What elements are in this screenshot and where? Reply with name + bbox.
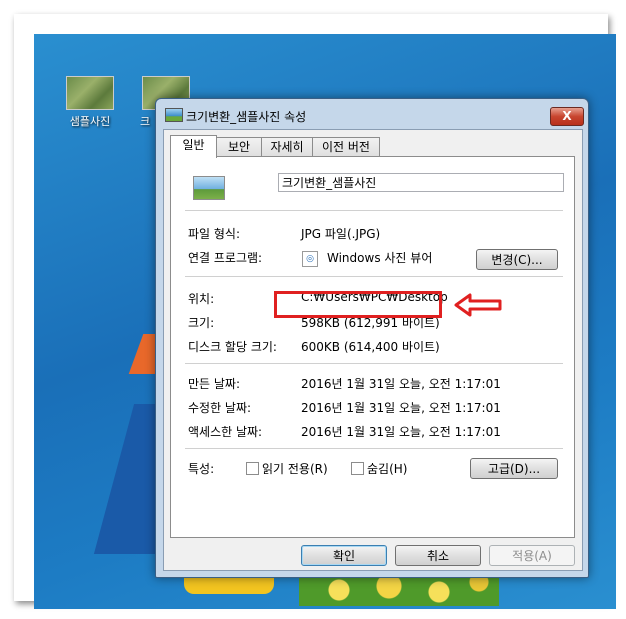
readonly-checkbox[interactable] [246,462,259,475]
created-value: 2016년 1월 31일 오늘, 오전 1:17:01 [301,377,501,391]
image-thumbnail-icon [66,76,114,110]
change-button[interactable]: 변경(C)... [476,249,558,270]
opens-with-value: Windows 사진 뷰어 [327,251,433,265]
opens-with-label: 연결 프로그램: [188,251,263,265]
modified-label: 수정한 날짜: [188,401,252,415]
created-label: 만든 날짜: [188,377,241,391]
left-arrow-icon [454,293,502,317]
photo-viewer-icon: ◎ [302,251,318,267]
tab-general[interactable]: 일반 [170,135,217,158]
divider [185,448,563,449]
image-file-icon [193,176,225,200]
file-type-value: JPG 파일(.JPG) [301,227,381,241]
cancel-button[interactable]: 취소 [395,545,481,566]
hidden-checkbox[interactable] [351,462,364,475]
tab-details[interactable]: 자세히 [261,137,313,157]
advanced-button[interactable]: 고급(D)... [470,458,558,479]
window-title: 크기변환_샘플사진 속성 [186,110,307,124]
image-file-icon [165,108,183,122]
divider [185,363,563,364]
size-label: 크기: [188,316,215,330]
modified-value: 2016년 1월 31일 오늘, 오전 1:17:01 [301,401,501,415]
desktop-icon-sample-photo[interactable]: 샘플사진 [62,76,118,129]
dialog-client: 일반 보안 자세히 이전 버전 크기변환_샘플사진 파일 형식: JPG 파일(… [163,129,583,571]
readonly-label: 읽기 전용(R) [262,462,328,476]
screenshot-frame: 샘플사진 크 크기변환_샘플사진 속성 X 일반 보안 자세히 이전 버전 크기… [14,14,616,609]
tab-security[interactable]: 보안 [216,137,262,157]
desktop-icon-label: 샘플사진 [69,115,111,128]
title-bar[interactable]: 크기변환_샘플사진 속성 X [156,99,588,129]
location-label: 위치: [188,292,215,306]
general-tab-panel: 크기변환_샘플사진 파일 형식: JPG 파일(.JPG) 연결 프로그램: ◎… [170,156,575,538]
file-name-field[interactable]: 크기변환_샘플사진 [278,173,564,192]
accessed-value: 2016년 1월 31일 오늘, 오전 1:17:01 [301,425,501,439]
divider [185,276,563,277]
ok-button[interactable]: 확인 [301,545,387,566]
file-type-label: 파일 형식: [188,227,241,241]
divider [185,210,563,211]
size-on-disk-label: 디스크 할당 크기: [188,340,277,354]
properties-dialog: 크기변환_샘플사진 속성 X 일반 보안 자세히 이전 버전 크기변환_샘플사진… [155,98,589,578]
attributes-label: 특성: [188,462,215,476]
accessed-label: 액세스한 날짜: [188,425,263,439]
apply-button[interactable]: 적용(A) [489,545,575,566]
tab-previous-versions[interactable]: 이전 버전 [312,137,380,157]
size-on-disk-value: 600KB (614,400 바이트) [301,340,440,354]
close-button[interactable]: X [550,107,584,126]
hidden-label: 숨김(H) [367,462,408,476]
size-highlight-box [274,291,442,318]
